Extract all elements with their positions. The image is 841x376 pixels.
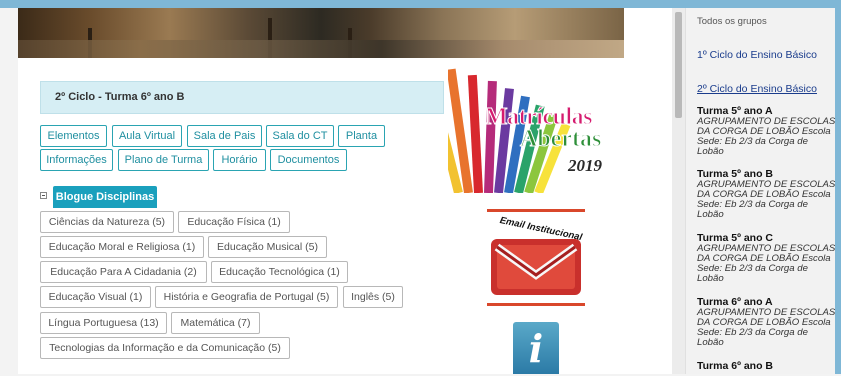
nav-button-plano-de-turma[interactable]: Plano de Turma — [118, 149, 209, 171]
info-icon[interactable]: i — [513, 322, 559, 374]
nav-button-informacoes[interactable]: Informações — [40, 149, 113, 171]
tag-educacao-para-a-cidadania[interactable]: Educação Para A Cidadania (2) — [40, 261, 207, 283]
nav-button-elementos[interactable]: Elementos — [40, 125, 107, 147]
sidebar-item-turma[interactable]: Turma 5º ano B AGRUPAMENTO DE ESCOLAS DA… — [697, 169, 837, 220]
turma-description: AGRUPAMENTO DE ESCOLAS DA CORGA DE LOBÃO… — [697, 116, 836, 157]
turma-description: AGRUPAMENTO DE ESCOLAS DA CORGA DE LOBÃO… — [697, 307, 836, 348]
sidebar-link-2-ciclo[interactable]: 2º Ciclo do Ensino Básico — [697, 83, 817, 95]
tag-matematica[interactable]: Matemática (7) — [171, 312, 260, 334]
groups-sidebar: Todos os grupos 1º Ciclo do Ensino Básic… — [685, 8, 835, 374]
banner-road — [18, 40, 624, 58]
turma-description: AGRUPAMENTO DE ESCOLAS DA CORGA DE LOBÃO… — [697, 179, 836, 220]
tag-ingles[interactable]: Inglês (5) — [343, 286, 403, 308]
tag-educacao-visual[interactable]: Educação Visual (1) — [40, 286, 151, 308]
nav-button-sala-de-pais[interactable]: Sala de Pais — [187, 125, 262, 147]
nav-button-aula-virtual[interactable]: Aula Virtual — [112, 125, 182, 147]
abertas-title: Abertas — [519, 126, 602, 153]
matriculas-year: 2019 — [568, 156, 602, 175]
tag-historia-e-geografia-de-portugal[interactable]: História e Geografia de Portugal (5) — [155, 286, 338, 308]
nav-button-sala-do-ct[interactable]: Sala do CT — [266, 125, 334, 147]
tag-lingua-portuguesa[interactable]: Língua Portuguesa (13) — [40, 312, 167, 334]
tag-tecnologias-da-informacao[interactable]: Tecnologias da Informação e da Comunicaç… — [40, 337, 290, 359]
tag-educacao-fisica[interactable]: Educação Física (1) — [178, 211, 290, 233]
window-top-frame — [0, 0, 841, 8]
class-title: 2º Ciclo - Turma 6º ano B — [55, 91, 185, 103]
scrollbar-thumb[interactable] — [675, 12, 682, 118]
tab-blogue-disciplinas[interactable]: Blogue Disciplinas — [53, 186, 157, 208]
matriculas-abertas-ad[interactable]: Matrículas Abertas 2019 — [448, 64, 623, 193]
sidebar-item-turma[interactable]: Turma 5º ano C AGRUPAMENTO DE ESCOLAS DA… — [697, 233, 837, 284]
tag-educacao-musical[interactable]: Educação Musical (5) — [208, 236, 327, 258]
tag-educacao-tecnologica[interactable]: Educação Tecnológica (1) — [211, 261, 348, 283]
class-title-box: 2º Ciclo - Turma 6º ano B — [40, 81, 444, 114]
turma-description: AGRUPAMENTO DE ESCOLAS DA CORGA DE LOBÃO… — [697, 243, 836, 284]
sidebar-item-turma[interactable]: Turma 6º ano A AGRUPAMENTO DE ESCOLAS DA… — [697, 297, 837, 348]
sidebar-link-1-ciclo[interactable]: 1º Ciclo do Ensino Básico — [697, 49, 817, 61]
nav-button-planta[interactable]: Planta — [338, 125, 385, 147]
tag-ciencias-da-natureza[interactable]: Ciências da Natureza (5) — [40, 211, 174, 233]
sidebar-item-turma[interactable]: Turma 6º ano B — [697, 361, 837, 372]
envelope-icon — [491, 239, 581, 295]
nav-button-horario[interactable]: Horário — [213, 149, 266, 171]
window-right-frame — [835, 0, 841, 374]
email-bottom-rule — [487, 303, 585, 306]
email-institucional-link[interactable]: Email Institucional — [487, 209, 585, 307]
tag-educacao-moral-e-religiosa[interactable]: Educação Moral e Religiosa (1) — [40, 236, 204, 258]
collapse-icon[interactable] — [40, 192, 47, 199]
sidebar-item-turma[interactable]: Turma 5º ano A AGRUPAMENTO DE ESCOLAS DA… — [697, 106, 837, 157]
nav-button-documentos[interactable]: Documentos — [270, 149, 347, 171]
turma-name: Turma 6º ano B — [697, 360, 773, 372]
sidebar-link-todos[interactable]: Todos os grupos — [697, 16, 767, 27]
header-banner-image — [18, 8, 624, 58]
